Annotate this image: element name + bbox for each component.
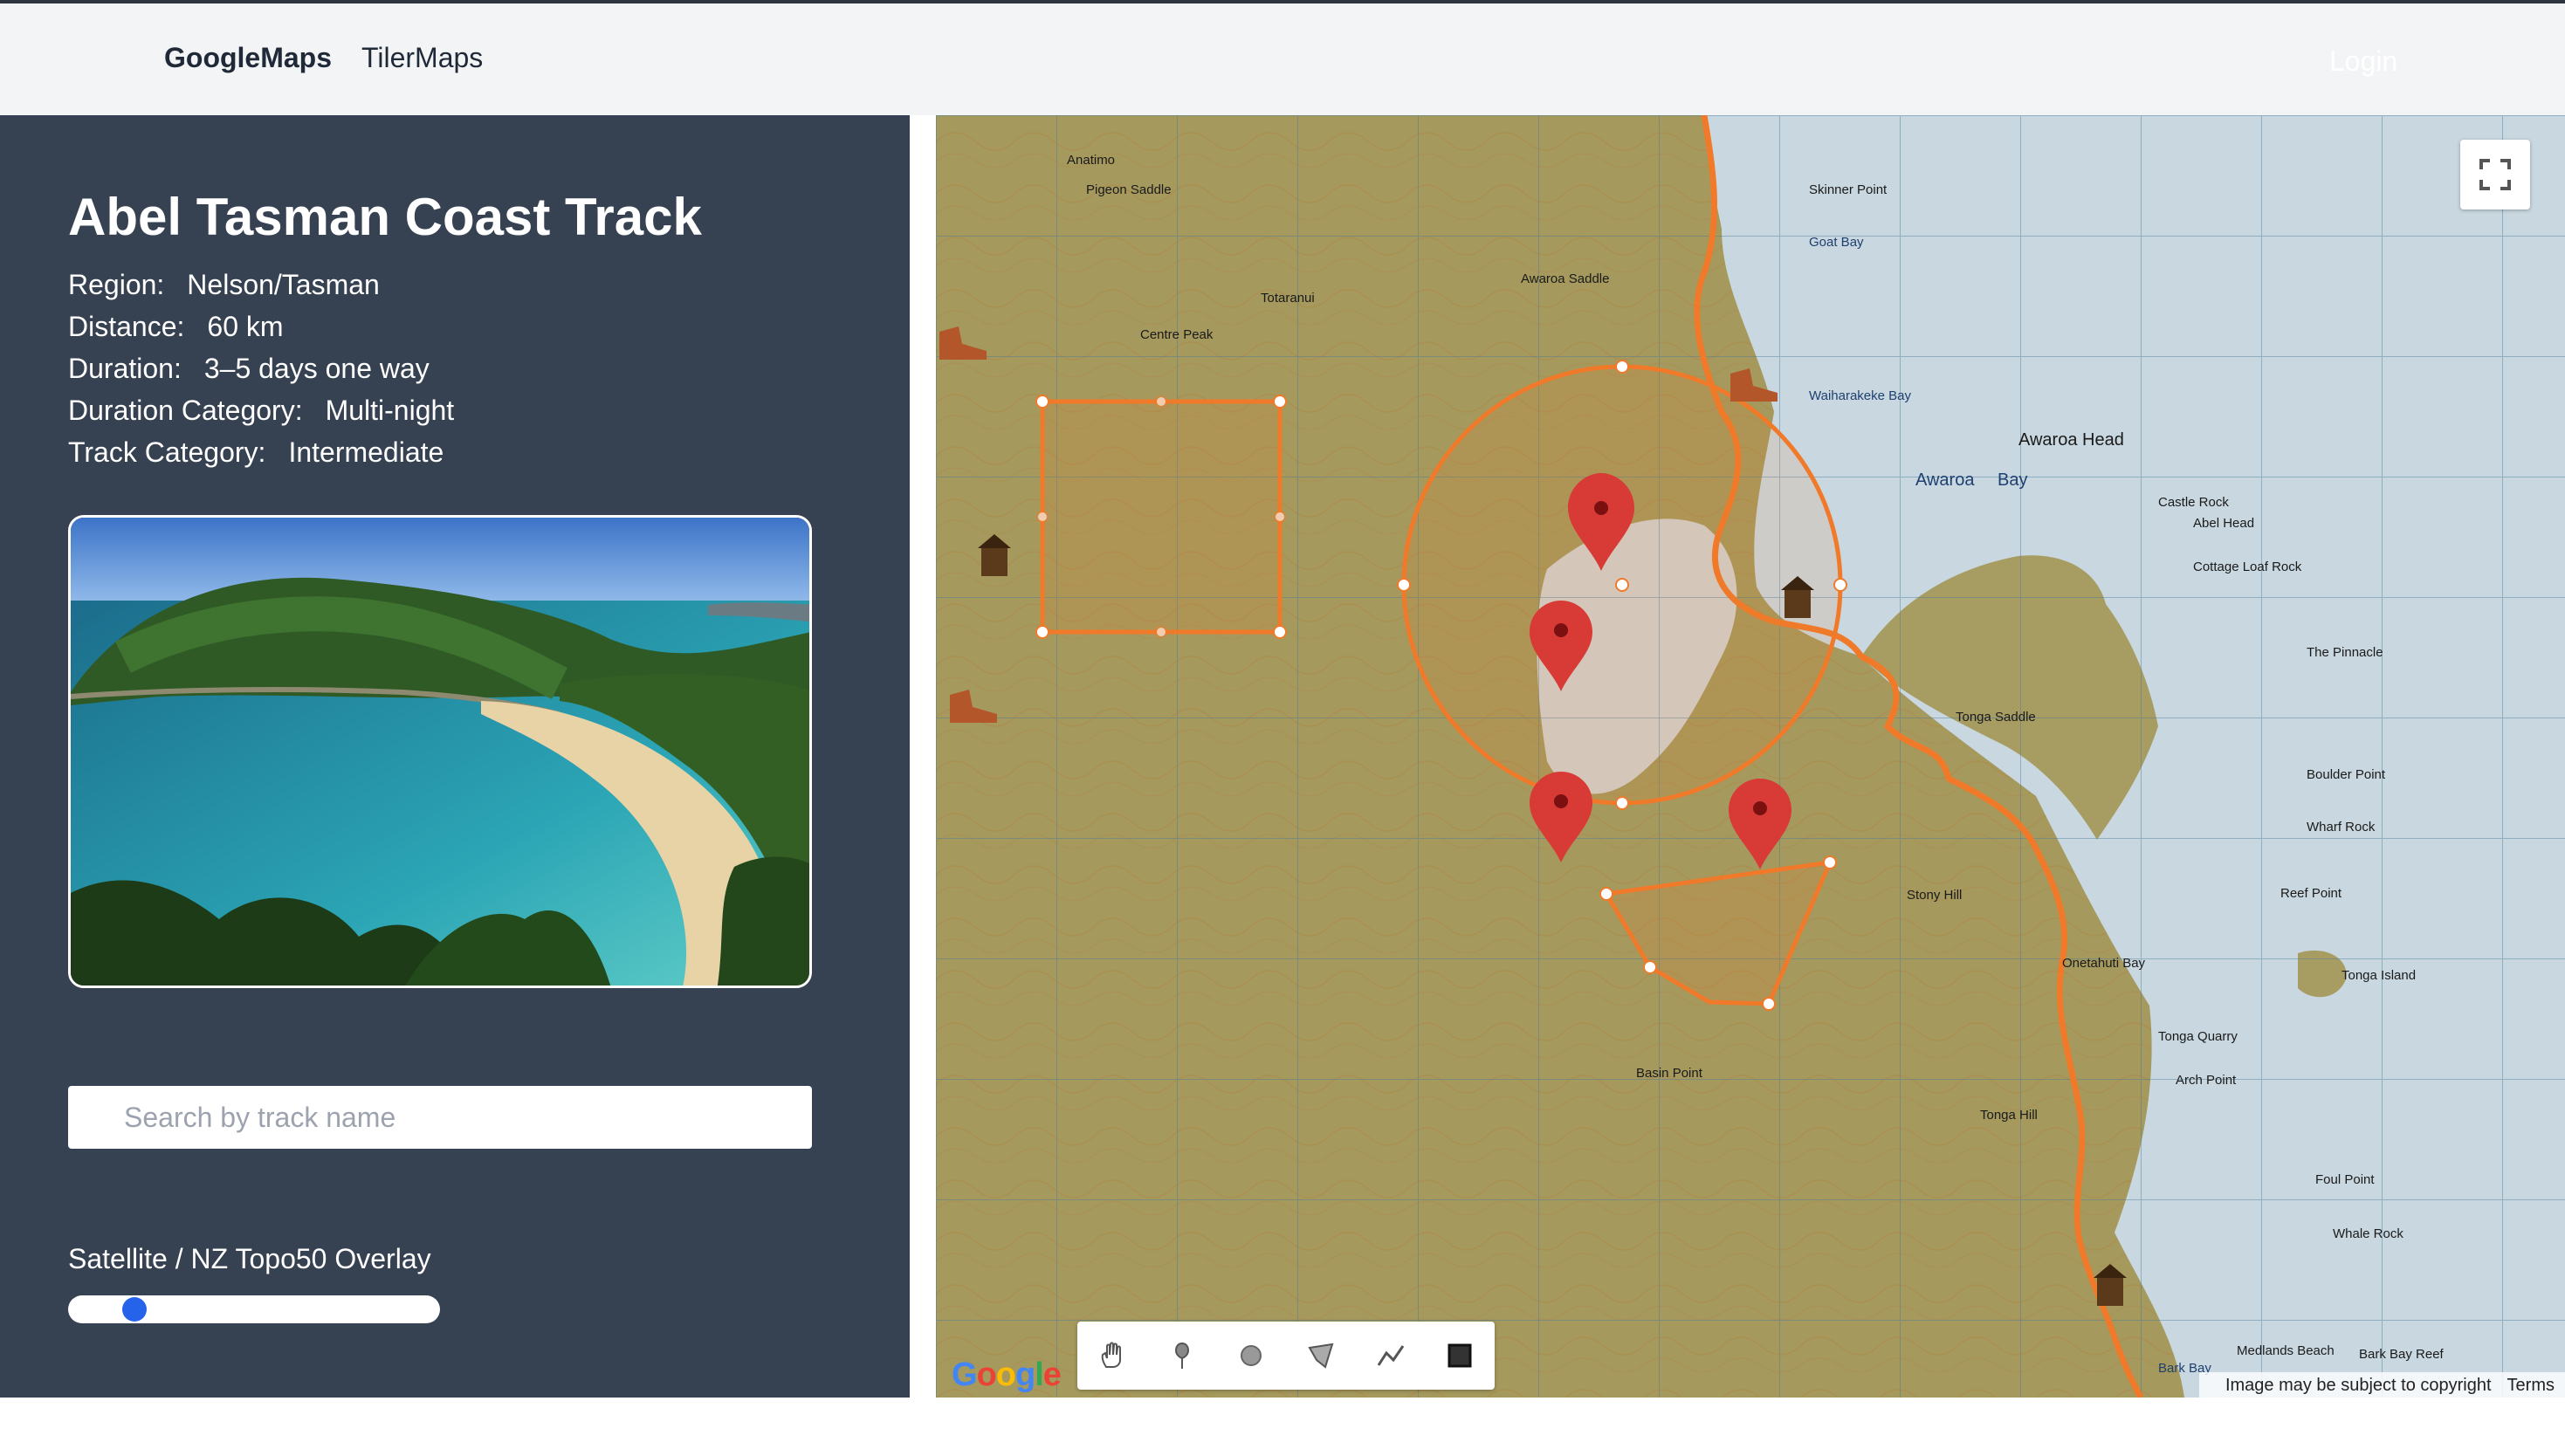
polyline-tool-button[interactable]: [1356, 1322, 1426, 1390]
nav-link-tilermaps[interactable]: TilerMaps: [361, 42, 483, 74]
detail-value: Intermediate: [288, 436, 444, 468]
map-label: Awaroa: [1915, 470, 1975, 490]
map-label: Goat Bay: [1809, 235, 1864, 250]
overlay-slider-thumb[interactable]: [121, 1297, 147, 1322]
marker-tool-button[interactable]: [1147, 1322, 1217, 1390]
map-label: Awaroa Saddle: [1521, 271, 1609, 286]
terms-link[interactable]: Terms: [2507, 1376, 2555, 1395]
map-label: Skinner Point: [1809, 182, 1888, 197]
login-button[interactable]: Login: [2329, 45, 2397, 78]
map-label: Anatimo: [1067, 153, 1115, 168]
detail-label: Duration:: [68, 353, 182, 384]
detail-duration-category: Duration Category: Multi-night: [68, 395, 454, 427]
detail-label: Duration Category:: [68, 395, 303, 426]
detail-duration: Duration: 3–5 days one way: [68, 353, 430, 385]
map-label: Arch Point: [2176, 1073, 2237, 1088]
map-label: Basin Point: [1636, 1066, 1703, 1081]
google-logo: Google: [952, 1356, 1062, 1393]
page-footer: [0, 1398, 2565, 1456]
detail-track-category: Track Category: Intermediate: [68, 436, 444, 469]
detail-value: Multi-night: [325, 395, 455, 426]
map-label: Wharf Rock: [2307, 820, 2376, 834]
map-label: Stony Hill: [1907, 888, 1962, 903]
map-label: Abel Head: [2193, 516, 2254, 531]
detail-region: Region: Nelson/Tasman: [68, 269, 380, 301]
map-label: Castle Rock: [2158, 495, 2229, 510]
map-label: Tonga Quarry: [2158, 1029, 2238, 1044]
detail-label: Track Category:: [68, 436, 266, 468]
map-label: Tonga Saddle: [1956, 710, 2036, 725]
map-label: Medlands Beach: [2237, 1343, 2335, 1358]
map-label: Centre Peak: [1140, 327, 1214, 342]
detail-label: Distance:: [68, 311, 185, 342]
track-sidebar: Abel Tasman Coast Track Region: Nelson/Ta…: [0, 115, 910, 1398]
panel-divider: [910, 115, 936, 1398]
fullscreen-button[interactable]: [2460, 140, 2530, 209]
marker-icon: [1174, 1342, 1189, 1369]
nav-brand-googlemaps[interactable]: GoogleMaps: [164, 42, 332, 74]
detail-value: 3–5 days one way: [203, 353, 430, 384]
map-label: The Pinnacle: [2307, 645, 2383, 660]
detail-value: 60 km: [207, 311, 284, 342]
map-label: Bay: [1998, 470, 2027, 490]
map-label: Bark Bay Reef: [2359, 1347, 2445, 1362]
map-label: Tonga Island: [2342, 968, 2416, 983]
map-label: Totaranui: [1261, 291, 1315, 306]
rectangle-icon: [1448, 1343, 1472, 1368]
circle-icon: [1241, 1345, 1262, 1366]
track-photo: [68, 515, 812, 988]
copyright-text: Image may be subject to copyright: [2225, 1376, 2492, 1395]
pan-tool-button[interactable]: [1077, 1322, 1147, 1390]
fullscreen-icon: [2479, 159, 2511, 190]
map-label: Whale Rock: [2333, 1226, 2403, 1241]
track-search-input[interactable]: [68, 1086, 812, 1149]
overlay-slider-label: Satellite / NZ Topo50 Overlay: [68, 1243, 431, 1274]
map-label: Cottage Loaf Rock: [2193, 560, 2302, 574]
track-title: Abel Tasman Coast Track: [68, 188, 702, 246]
polyline-icon: [1377, 1345, 1404, 1366]
map-label: Boulder Point: [2307, 767, 2386, 782]
map-view[interactable]: Awaroa Head Awaroa Bay Goat Bay Skinner …: [936, 115, 2565, 1398]
navbar: GoogleMaps TilerMaps Login: [0, 3, 2565, 115]
map-label: Onetahuti Bay: [2062, 956, 2146, 971]
detail-distance: Distance: 60 km: [68, 311, 284, 343]
rectangle-tool-button[interactable]: [1425, 1322, 1495, 1390]
circle-tool-button[interactable]: [1216, 1322, 1286, 1390]
map-label: Foul Point: [2315, 1172, 2375, 1187]
hand-icon: [1101, 1342, 1121, 1368]
detail-label: Region:: [68, 269, 165, 300]
polygon-icon: [1308, 1343, 1334, 1369]
topo-map-canvas[interactable]: Awaroa Head Awaroa Bay Goat Bay Skinner …: [936, 115, 2565, 1398]
map-label: Awaroa Head: [2018, 430, 2124, 450]
polygon-tool-button[interactable]: [1286, 1322, 1356, 1390]
map-label: Waiharakeke Bay: [1809, 388, 1911, 403]
detail-value: Nelson/Tasman: [187, 269, 380, 300]
map-attribution: Image may be subject to copyright Terms: [2198, 1372, 2565, 1398]
map-label: Reef Point: [2280, 886, 2342, 901]
drawing-toolbar: [1077, 1322, 1495, 1390]
map-label: Pigeon Saddle: [1086, 182, 1172, 197]
map-label: Tonga Hill: [1980, 1108, 2038, 1123]
